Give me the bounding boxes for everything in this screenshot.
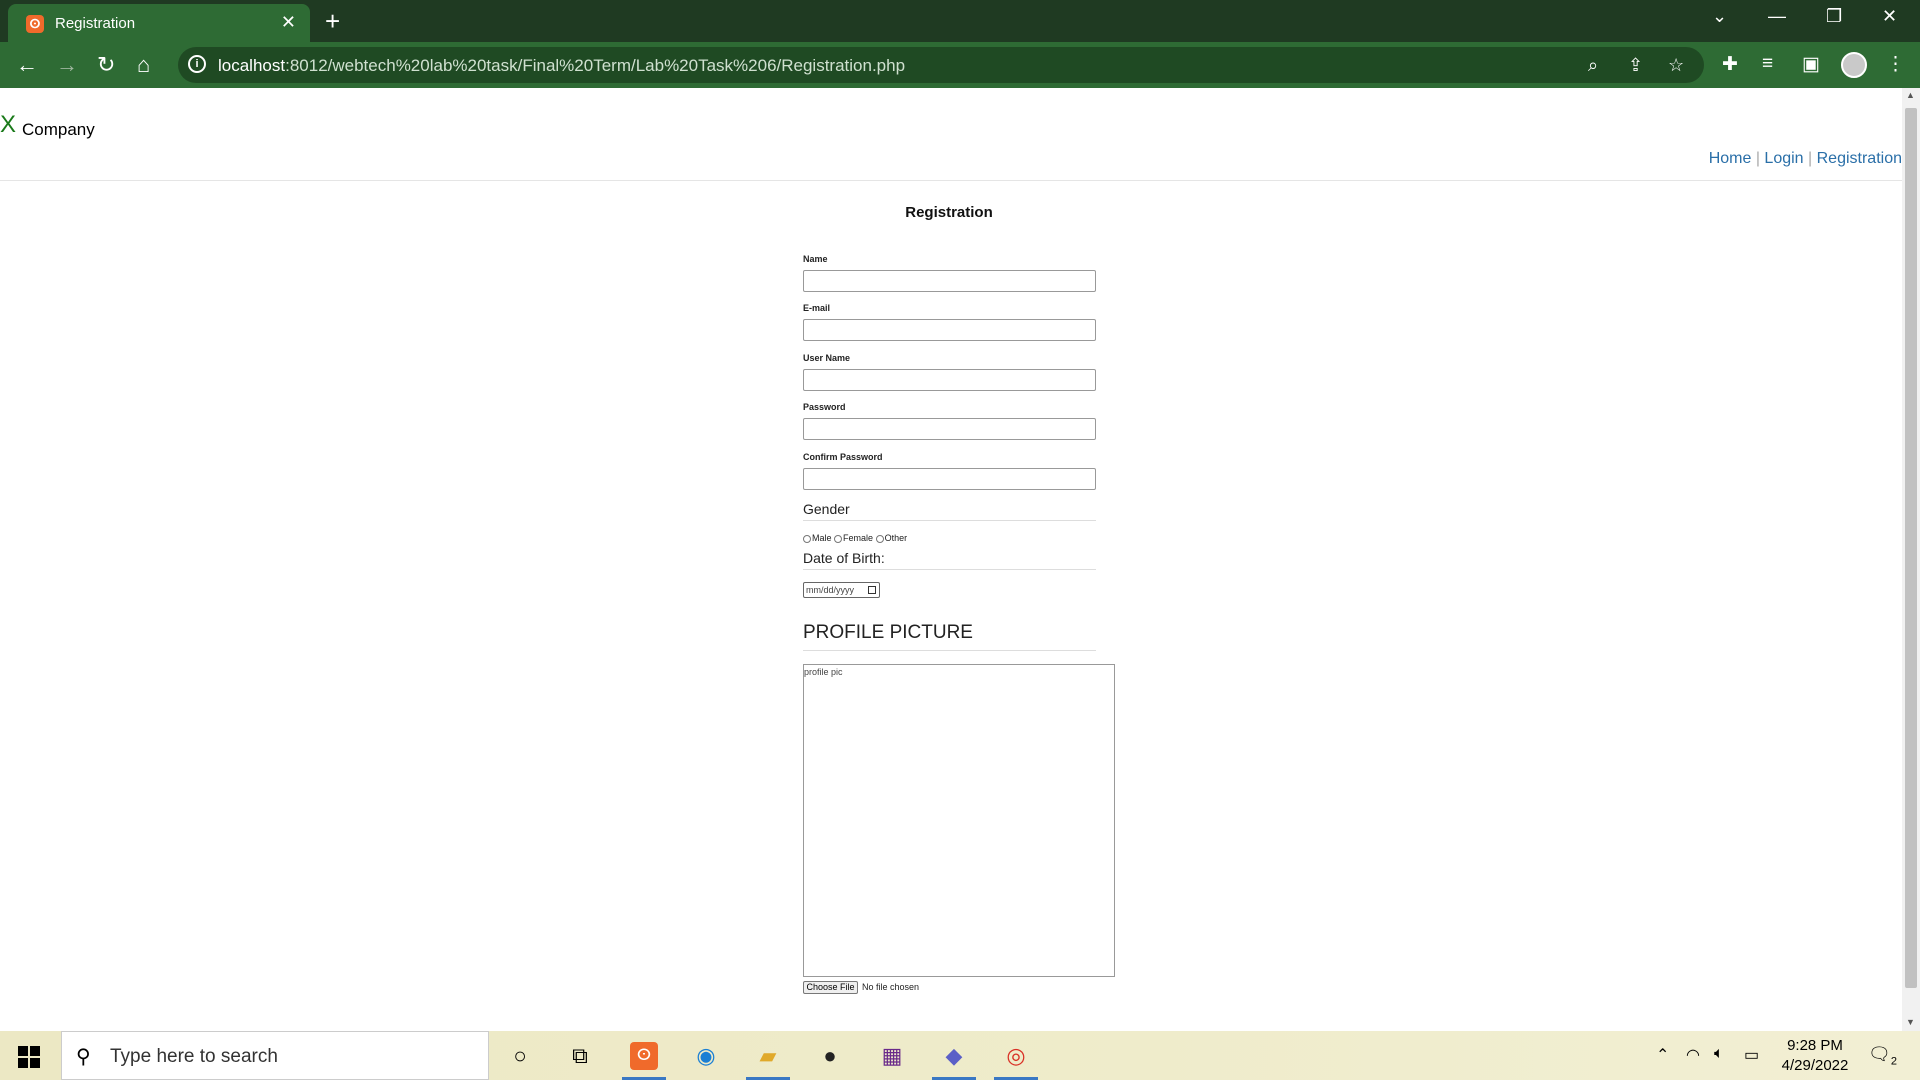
confirm-password-input[interactable] bbox=[803, 468, 1096, 490]
form-title: Registration bbox=[905, 204, 993, 221]
email-input[interactable] bbox=[803, 319, 1096, 341]
obs-app-icon[interactable]: ● bbox=[816, 1042, 844, 1070]
password-input[interactable] bbox=[803, 418, 1096, 440]
confirm-password-label: Confirm Password bbox=[803, 452, 883, 462]
dob-divider bbox=[803, 569, 1096, 570]
share-icon[interactable]: ⇪ bbox=[1628, 55, 1643, 76]
gender-divider bbox=[803, 520, 1096, 521]
gender-other-radio[interactable] bbox=[875, 534, 884, 543]
address-bar[interactable]: i localhost:8012/webtech%20lab%20task/Fi… bbox=[178, 47, 1704, 83]
task-view-icon[interactable]: ⧉ bbox=[566, 1042, 594, 1070]
windows-start-icon[interactable] bbox=[18, 1046, 40, 1068]
gender-female-radio[interactable] bbox=[834, 534, 843, 543]
menu-kebab-icon[interactable]: ⋮ bbox=[1886, 53, 1905, 76]
clock-time: 9:28 PM bbox=[1787, 1037, 1843, 1054]
gender-female-label: Female bbox=[843, 533, 874, 543]
extensions-icon[interactable]: ✚ bbox=[1722, 53, 1738, 76]
teams-app-icon[interactable]: ◆ bbox=[940, 1042, 968, 1070]
profile-picture-divider bbox=[803, 650, 1096, 651]
username-input[interactable] bbox=[803, 369, 1096, 391]
reload-icon[interactable]: ↻ bbox=[97, 52, 115, 78]
zoom-icon[interactable]: ⌕ bbox=[1588, 55, 1598, 76]
forward-icon[interactable]: → bbox=[56, 52, 78, 78]
dob-date-input[interactable]: mm/dd/yyyy bbox=[803, 582, 880, 598]
cortana-icon[interactable]: ○ bbox=[506, 1042, 534, 1070]
nav-home-link[interactable]: Home bbox=[1709, 150, 1752, 167]
password-label: Password bbox=[803, 402, 846, 412]
nav-separator: | bbox=[1803, 150, 1817, 167]
scroll-up-icon[interactable]: ▲ bbox=[1906, 90, 1915, 100]
dob-placeholder: mm/dd/yyyy bbox=[806, 585, 855, 595]
chrome-app-icon[interactable]: ◎ bbox=[1002, 1042, 1030, 1070]
name-input[interactable] bbox=[803, 270, 1096, 292]
tab-search-icon[interactable]: ⌄ bbox=[1712, 6, 1727, 27]
web-page: X Company Home | Login | Registration Re… bbox=[0, 88, 1902, 1031]
top-navigation: Home | Login | Registration bbox=[1709, 150, 1902, 168]
minimize-icon[interactable]: — bbox=[1768, 6, 1786, 27]
gender-other-label: Other bbox=[884, 533, 908, 543]
battery-icon[interactable]: ▭ bbox=[1744, 1045, 1759, 1065]
volume-icon[interactable]: 🔈︎ bbox=[1714, 1045, 1724, 1063]
xampp-favicon-icon: ⵙ bbox=[26, 15, 44, 33]
profile-picture-legend: PROFILE PICTURE bbox=[803, 622, 973, 643]
window-close-icon[interactable]: ✕ bbox=[1882, 6, 1897, 27]
calendar-icon[interactable] bbox=[868, 586, 876, 594]
nav-registration-link[interactable]: Registration bbox=[1817, 150, 1902, 167]
nav-separator: | bbox=[1751, 150, 1765, 167]
winrar-app-icon[interactable]: ▦ bbox=[878, 1042, 906, 1070]
header-divider bbox=[0, 180, 1902, 181]
taskbar-search-box[interactable]: ⚲ Type here to search bbox=[61, 1031, 489, 1080]
scroll-down-icon[interactable]: ▼ bbox=[1906, 1017, 1915, 1027]
clock-date: 4/29/2022 bbox=[1781, 1057, 1849, 1074]
xampp-app-icon[interactable]: ⵙ bbox=[630, 1042, 658, 1070]
broken-image-alt-text: profile pic bbox=[804, 667, 843, 677]
site-info-icon[interactable]: i bbox=[188, 55, 206, 73]
name-label: Name bbox=[803, 254, 828, 264]
gender-male-label: Male bbox=[812, 533, 832, 543]
dob-legend: Date of Birth: bbox=[803, 550, 885, 566]
restore-icon[interactable]: ❐ bbox=[1826, 6, 1842, 27]
edge-app-icon[interactable]: ◉ bbox=[692, 1042, 720, 1070]
tray-overflow-icon[interactable]: ⌃ bbox=[1656, 1045, 1669, 1065]
gender-legend: Gender bbox=[803, 501, 850, 517]
profile-picture-frame: profile pic bbox=[803, 664, 1115, 977]
gender-radio-group: Male Female Other bbox=[803, 533, 907, 543]
username-label: User Name bbox=[803, 353, 851, 363]
nav-login-link[interactable]: Login bbox=[1764, 150, 1803, 167]
browser-toolbar: ← → ↻ ⌂ i localhost:8012/webtech%20lab%2… bbox=[0, 42, 1920, 88]
file-explorer-icon[interactable]: ▰ bbox=[754, 1042, 782, 1070]
windows-taskbar: ⚲ Type here to search ○ ⧉ ⵙ ◉ ▰ ● ▦ ◆ ◎ … bbox=[0, 1031, 1920, 1080]
media-control-icon[interactable]: ≡ bbox=[1762, 53, 1773, 75]
home-icon[interactable]: ⌂ bbox=[137, 52, 150, 78]
search-icon: ⚲ bbox=[76, 1046, 91, 1068]
profile-avatar[interactable] bbox=[1841, 52, 1867, 78]
page-scrollbar[interactable]: ▲ ▼ bbox=[1902, 88, 1920, 1031]
bookmark-star-icon[interactable]: ☆ bbox=[1668, 55, 1684, 76]
file-status-text: No file chosen bbox=[862, 982, 920, 992]
notification-center-icon[interactable]: 🗨︎2 bbox=[1868, 1044, 1897, 1068]
side-panel-icon[interactable]: ▣ bbox=[1802, 53, 1820, 76]
scroll-thumb[interactable] bbox=[1905, 108, 1917, 988]
company-name: Company bbox=[22, 120, 95, 139]
network-icon[interactable]: ◠ bbox=[1686, 1045, 1700, 1065]
notification-count: 2 bbox=[1890, 1055, 1897, 1068]
tab-close-icon[interactable]: ✕ bbox=[281, 12, 296, 33]
browser-titlebar: ⵙ Registration ✕ + ⌄ — ❐ ✕ bbox=[0, 0, 1920, 42]
tab-title: Registration bbox=[55, 15, 136, 32]
browser-tab[interactable]: ⵙ Registration ✕ bbox=[8, 4, 310, 42]
search-placeholder: Type here to search bbox=[110, 1046, 278, 1067]
new-tab-icon[interactable]: + bbox=[325, 6, 340, 37]
url-text[interactable]: localhost:8012/webtech%20lab%20task/Fina… bbox=[218, 56, 905, 76]
email-label: E-mail bbox=[803, 303, 831, 313]
gender-male-radio[interactable] bbox=[803, 534, 811, 543]
back-icon[interactable]: ← bbox=[16, 52, 38, 78]
company-logo-mark: X bbox=[0, 111, 17, 138]
choose-file-button[interactable]: Choose File bbox=[803, 981, 858, 994]
system-clock[interactable]: 9:28 PM 4/29/2022 bbox=[1770, 1036, 1860, 1076]
